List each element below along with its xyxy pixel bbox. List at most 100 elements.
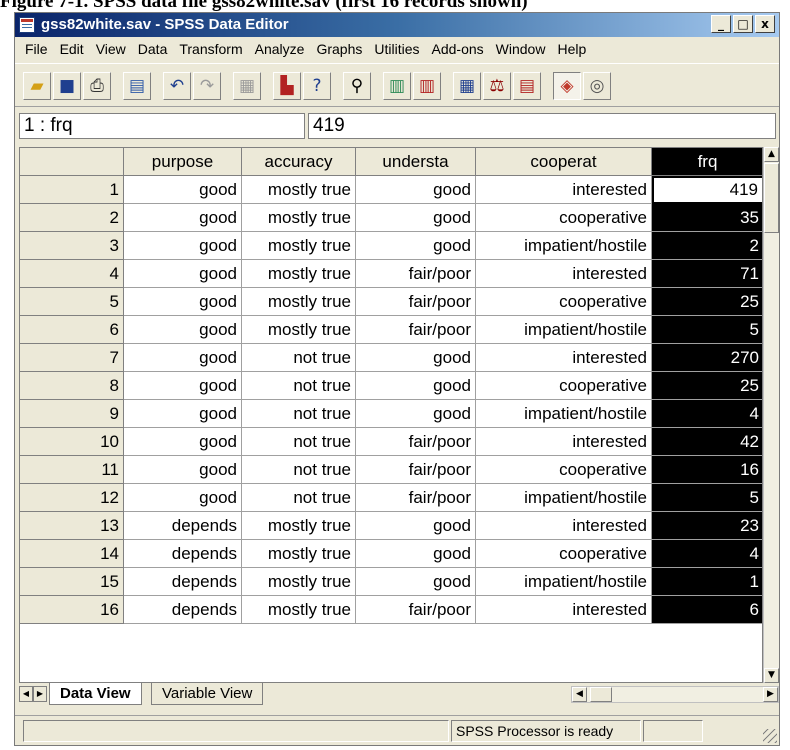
goto-case-icon[interactable]: ▙ xyxy=(273,72,301,100)
row-number[interactable]: 15 xyxy=(20,568,124,596)
menu-help[interactable]: Help xyxy=(551,41,592,57)
cell-frq[interactable]: 5 xyxy=(652,484,762,512)
cell-purpose[interactable]: good xyxy=(124,456,242,484)
cell-accuracy[interactable]: mostly true xyxy=(242,316,356,344)
cell-accuracy[interactable]: mostly true xyxy=(242,260,356,288)
cell-accuracy[interactable]: mostly true xyxy=(242,232,356,260)
cell-understa[interactable]: fair/poor xyxy=(356,288,476,316)
find-icon[interactable]: ⚲ xyxy=(343,72,371,100)
cell-frq[interactable]: 16 xyxy=(652,456,762,484)
variables-icon[interactable]: ? xyxy=(303,72,331,100)
cell-understa[interactable]: good xyxy=(356,344,476,372)
column-header-purpose[interactable]: purpose xyxy=(124,148,242,176)
menu-transform[interactable]: Transform xyxy=(173,41,248,57)
menu-utilities[interactable]: Utilities xyxy=(368,41,425,57)
cell-accuracy[interactable]: mostly true xyxy=(242,540,356,568)
value-labels-icon[interactable]: ◈ xyxy=(553,72,581,100)
cell-frq[interactable]: 35 xyxy=(652,204,762,232)
cell-cooperat[interactable]: impatient/hostile xyxy=(476,568,652,596)
menu-data[interactable]: Data xyxy=(132,41,174,57)
open-icon[interactable]: ▰ xyxy=(23,72,51,100)
menu-file[interactable]: File xyxy=(19,41,54,57)
cell-accuracy[interactable]: not true xyxy=(242,372,356,400)
insert-variable-icon[interactable]: ▥ xyxy=(413,72,441,100)
column-header-cooperat[interactable]: cooperat xyxy=(476,148,652,176)
cell-purpose[interactable]: good xyxy=(124,260,242,288)
row-number[interactable]: 8 xyxy=(20,372,124,400)
cell-accuracy[interactable]: mostly true xyxy=(242,512,356,540)
insert-cases-icon[interactable]: ▥ xyxy=(383,72,411,100)
row-number[interactable]: 6 xyxy=(20,316,124,344)
cell-understa[interactable]: good xyxy=(356,372,476,400)
column-header-frq[interactable]: frq xyxy=(652,148,762,176)
cell-purpose[interactable]: good xyxy=(124,428,242,456)
column-header-understa[interactable]: understa xyxy=(356,148,476,176)
save-icon[interactable]: ■ xyxy=(53,72,81,100)
cell-understa[interactable]: good xyxy=(356,400,476,428)
resize-grip-icon[interactable] xyxy=(763,729,777,743)
cell-cooperat[interactable]: interested xyxy=(476,260,652,288)
cell-cooperat[interactable]: cooperative xyxy=(476,288,652,316)
cell-accuracy[interactable]: mostly true xyxy=(242,204,356,232)
menu-edit[interactable]: Edit xyxy=(54,41,90,57)
row-number[interactable]: 12 xyxy=(20,484,124,512)
row-number[interactable]: 5 xyxy=(20,288,124,316)
menu-add-ons[interactable]: Add-ons xyxy=(426,41,490,57)
cell-cooperat[interactable]: cooperative xyxy=(476,204,652,232)
minimize-button[interactable]: _ xyxy=(711,15,731,33)
cell-purpose[interactable]: good xyxy=(124,344,242,372)
row-number[interactable]: 16 xyxy=(20,596,124,624)
cell-cooperat[interactable]: impatient/hostile xyxy=(476,232,652,260)
cell-cooperat[interactable]: cooperative xyxy=(476,372,652,400)
cell-understa[interactable]: good xyxy=(356,540,476,568)
cell-frq[interactable]: 1 xyxy=(652,568,762,596)
cell-cooperat[interactable]: interested xyxy=(476,428,652,456)
cell-frq[interactable]: 4 xyxy=(652,400,762,428)
cell-accuracy[interactable]: not true xyxy=(242,456,356,484)
scroll-left-icon[interactable]: ◀ xyxy=(572,687,587,702)
row-number[interactable]: 3 xyxy=(20,232,124,260)
cell-understa[interactable]: fair/poor xyxy=(356,484,476,512)
cell-understa[interactable]: fair/poor xyxy=(356,428,476,456)
cell-frq[interactable]: 42 xyxy=(652,428,762,456)
cell-purpose[interactable]: depends xyxy=(124,568,242,596)
horizontal-scroll-thumb[interactable] xyxy=(590,687,612,702)
cell-purpose[interactable]: depends xyxy=(124,596,242,624)
cell-purpose[interactable]: good xyxy=(124,316,242,344)
goto-chart-icon[interactable]: ▦ xyxy=(233,72,261,100)
cell-accuracy[interactable]: not true xyxy=(242,400,356,428)
cell-cooperat[interactable]: impatient/hostile xyxy=(476,484,652,512)
menu-graphs[interactable]: Graphs xyxy=(310,41,368,57)
row-number[interactable]: 7 xyxy=(20,344,124,372)
cell-purpose[interactable]: good xyxy=(124,288,242,316)
cell-purpose[interactable]: good xyxy=(124,400,242,428)
row-number[interactable]: 10 xyxy=(20,428,124,456)
vertical-scrollbar[interactable]: ▲ ▼ xyxy=(763,147,779,683)
print-icon[interactable]: ⎙ xyxy=(83,72,111,100)
cell-purpose[interactable]: good xyxy=(124,484,242,512)
row-number[interactable]: 11 xyxy=(20,456,124,484)
cell-frq[interactable]: 5 xyxy=(652,316,762,344)
maximize-button[interactable]: □ xyxy=(733,15,753,33)
cell-accuracy[interactable]: mostly true xyxy=(242,596,356,624)
row-number[interactable]: 13 xyxy=(20,512,124,540)
column-header-accuracy[interactable]: accuracy xyxy=(242,148,356,176)
cell-frq[interactable]: 25 xyxy=(652,372,762,400)
cell-purpose[interactable]: good xyxy=(124,372,242,400)
close-button[interactable]: x xyxy=(755,15,775,33)
cell-purpose[interactable]: good xyxy=(124,232,242,260)
cell-understa[interactable]: fair/poor xyxy=(356,456,476,484)
cell-frq[interactable]: 6 xyxy=(652,596,762,624)
cell-understa[interactable]: good xyxy=(356,232,476,260)
cell-cooperat[interactable]: interested xyxy=(476,596,652,624)
row-number[interactable]: 9 xyxy=(20,400,124,428)
cell-frq[interactable]: 2 xyxy=(652,232,762,260)
cell-understa[interactable]: good xyxy=(356,568,476,596)
cell-value-input[interactable]: 419 xyxy=(308,113,776,139)
tab-scroll-right-icon[interactable]: ▶ xyxy=(33,686,47,702)
redo-icon[interactable]: ↷ xyxy=(193,72,221,100)
cell-frq[interactable]: 419 xyxy=(652,176,762,204)
cell-accuracy[interactable]: not true xyxy=(242,428,356,456)
corner-cell[interactable] xyxy=(20,148,124,176)
undo-icon[interactable]: ↶ xyxy=(163,72,191,100)
